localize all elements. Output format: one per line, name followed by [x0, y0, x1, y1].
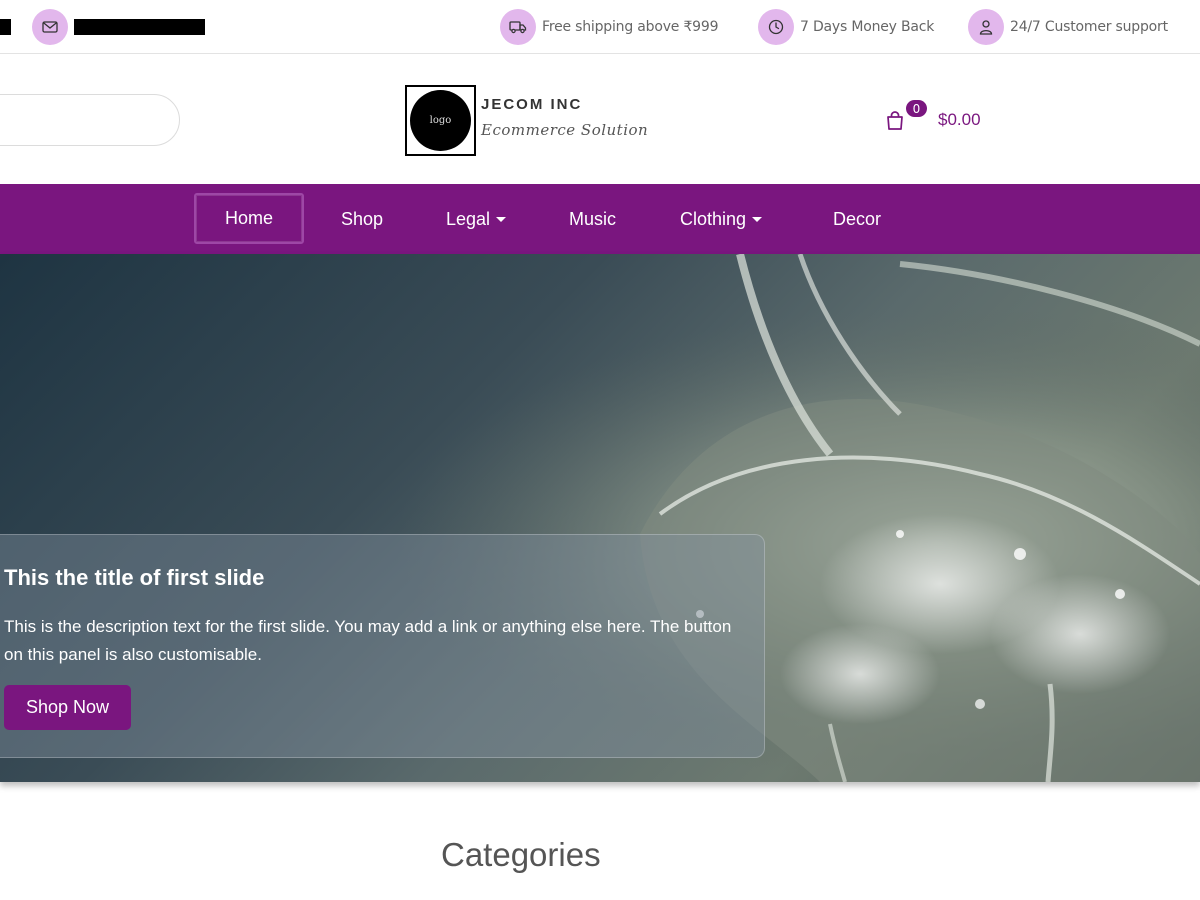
- logo[interactable]: logo: [405, 85, 476, 156]
- nav-clothing[interactable]: Clothing: [680, 184, 763, 254]
- nav-legal[interactable]: Legal: [446, 184, 507, 254]
- clock-icon: [758, 9, 794, 45]
- categories-heading: Categories: [441, 836, 601, 873]
- truck-icon: [500, 9, 536, 45]
- customer-support-text: 24/7 Customer support: [1010, 19, 1168, 35]
- caret-down-icon: [496, 216, 507, 222]
- customer-support-info: 24/7 Customer support: [968, 9, 1168, 45]
- nav-legal-label: Legal: [446, 208, 491, 229]
- cart-total: $0.00: [938, 110, 981, 129]
- cart-count-badge: 0: [906, 100, 927, 117]
- free-shipping-info: Free shipping above ₹999: [500, 9, 719, 45]
- shop-now-button[interactable]: Shop Now: [4, 685, 131, 730]
- hero-slider[interactable]: This the title of first slide This is th…: [0, 254, 1200, 782]
- search-input[interactable]: [0, 94, 180, 146]
- top-info-bar: Free shipping above ₹999 7 Days Money Ba…: [0, 0, 1200, 54]
- free-shipping-text: Free shipping above ₹999: [542, 19, 719, 35]
- redacted-email: [74, 19, 205, 35]
- slide-caption-panel: This the title of first slide This is th…: [0, 534, 765, 758]
- nav-home-label: Home: [225, 208, 274, 228]
- nav-music[interactable]: Music: [569, 184, 616, 254]
- redacted-text: [0, 19, 11, 35]
- nav-shop[interactable]: Shop: [341, 184, 383, 254]
- brand-name[interactable]: JECOM INC: [481, 96, 582, 113]
- money-back-text: 7 Days Money Back: [800, 19, 935, 35]
- brand-tagline: Ecommerce Solution: [481, 121, 649, 139]
- nav-shop-label: Shop: [341, 208, 384, 229]
- user-icon: [968, 9, 1004, 45]
- caret-down-icon: [752, 216, 763, 222]
- nav-music-label: Music: [569, 208, 617, 229]
- nav-home[interactable]: Home: [194, 193, 305, 244]
- nav-decor[interactable]: Decor: [833, 184, 881, 254]
- nav-decor-label: Decor: [833, 208, 882, 229]
- slide-title: This the title of first slide: [4, 565, 265, 590]
- nav-clothing-label: Clothing: [680, 208, 747, 229]
- cart-button[interactable]: 0 $0.00: [884, 100, 981, 140]
- slide-description: This is the description text for the fir…: [4, 617, 732, 664]
- mail-icon: [32, 9, 68, 45]
- shopping-bag-icon: [887, 111, 903, 130]
- logo-circle: logo: [410, 90, 471, 151]
- money-back-info: 7 Days Money Back: [758, 9, 934, 45]
- main-navigation: Home Shop Legal Music Clothing Decor: [0, 184, 1200, 254]
